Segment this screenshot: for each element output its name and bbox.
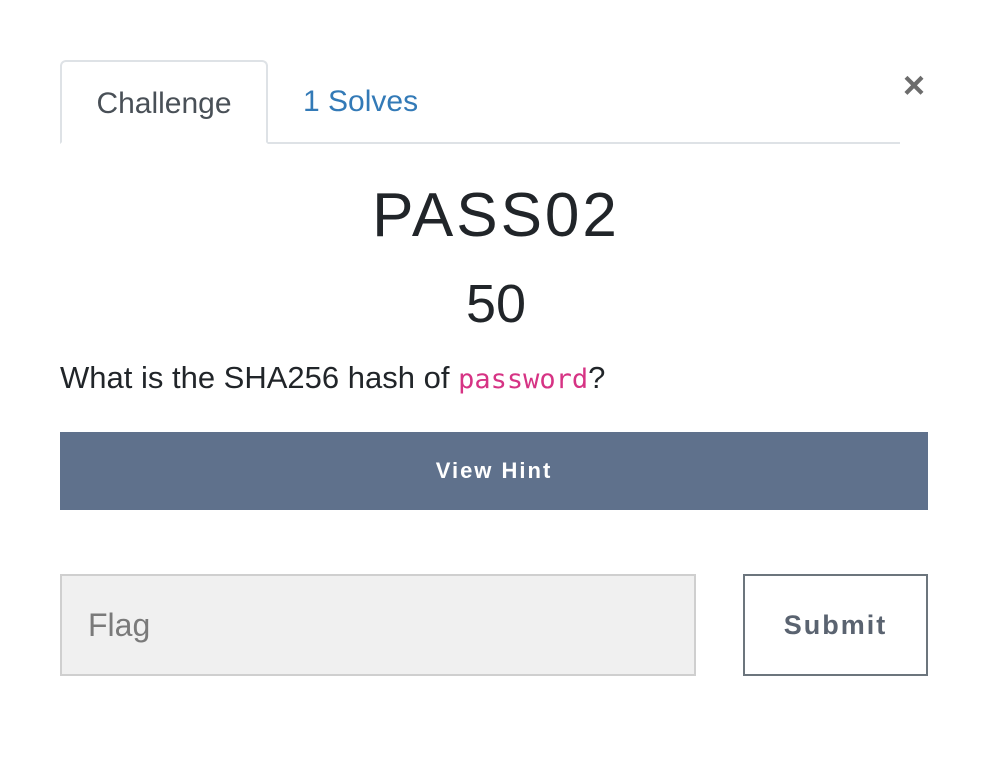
challenge-description: What is the SHA256 hash of password? [60,356,605,402]
tab-challenge[interactable]: Challenge [60,60,268,144]
close-icon[interactable]: × [898,67,930,105]
challenge-title: PASS02 [372,181,620,250]
description-code: password [458,364,589,395]
tab-solves[interactable]: 1 Solves [270,60,451,144]
submit-button[interactable]: Submit [743,574,928,676]
challenge-modal: × Challenge 1 Solves PASS02 50 What is t… [0,0,992,772]
challenge-points: 50 [465,274,527,334]
description-text: What is the SHA256 hash of [60,360,459,395]
flag-input[interactable] [60,574,696,676]
view-hint-button[interactable]: View Hint [60,432,928,510]
tab-bar: Challenge 1 Solves [60,60,900,144]
description-suffix: ? [588,360,606,395]
